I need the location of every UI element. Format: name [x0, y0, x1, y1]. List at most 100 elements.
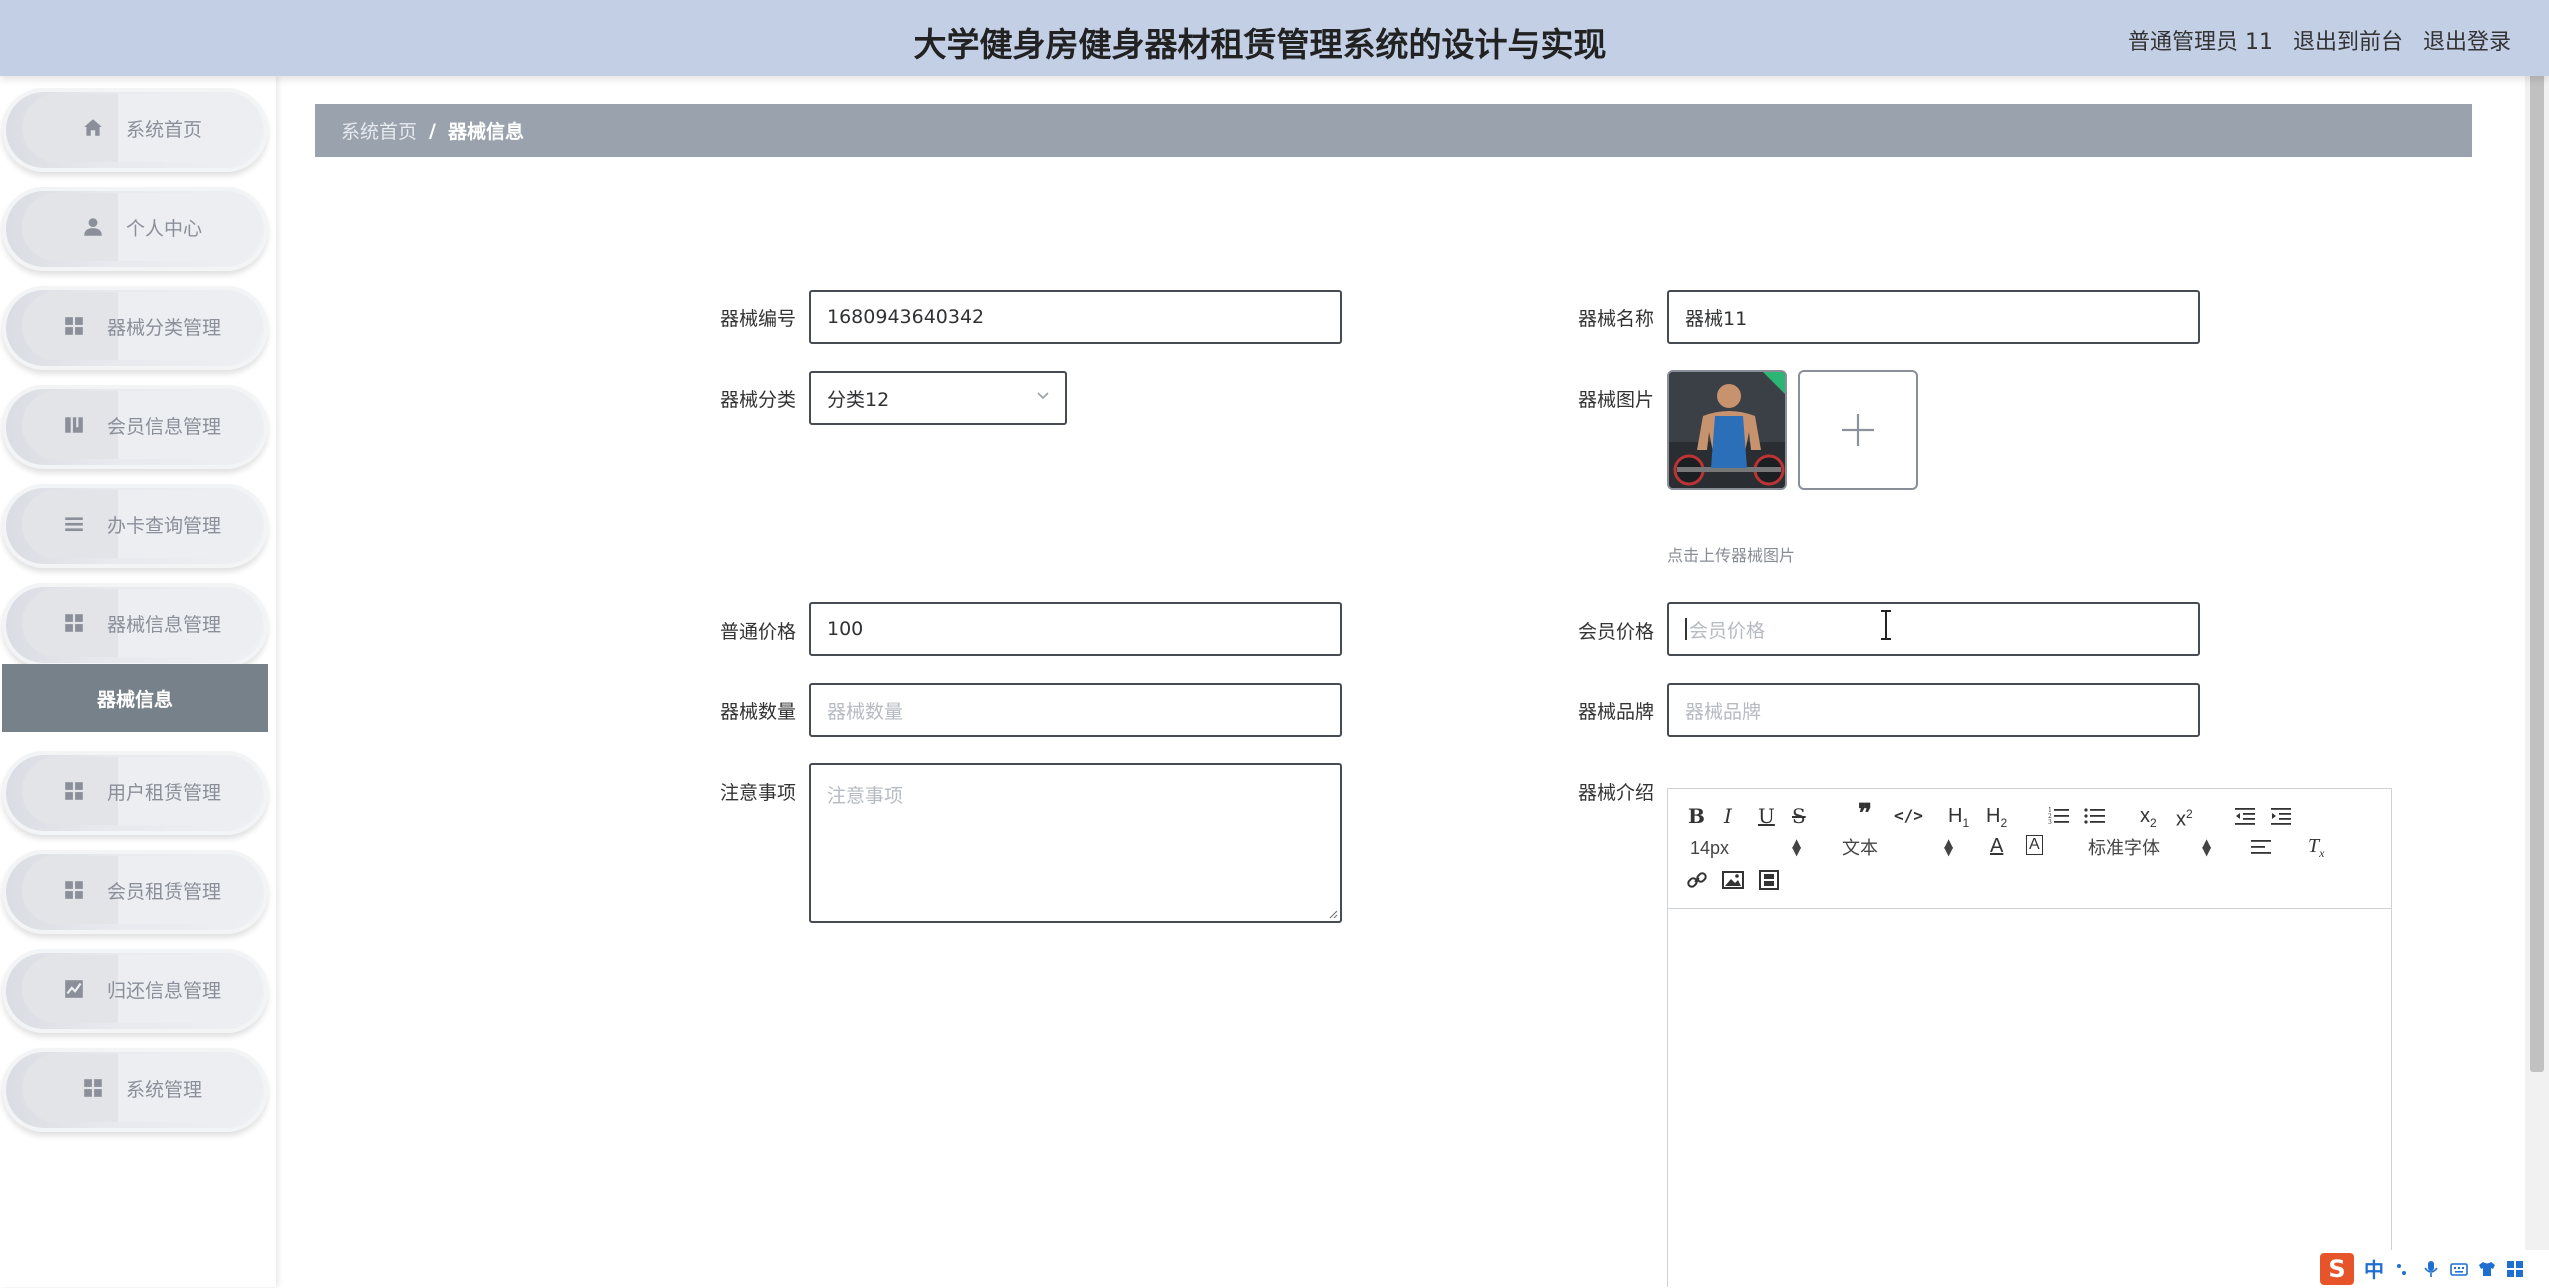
breadcrumb-separator: / — [429, 119, 436, 142]
brand-label: 器械品牌 — [1578, 701, 1655, 723]
superscript-icon[interactable]: x2 — [2176, 803, 2193, 831]
category-select[interactable]: 分类12 — [809, 371, 1067, 425]
notes-label: 注意事项 — [720, 782, 797, 804]
name-field[interactable]: 器械11 — [1667, 290, 2200, 344]
outdent-icon[interactable] — [2234, 806, 2256, 826]
subscript-icon[interactable]: x2 — [2140, 805, 2157, 834]
image-label: 器械图片 — [1578, 389, 1655, 411]
sidebar-item-label: 归还信息管理 — [106, 979, 221, 1002]
link-icon[interactable] — [1686, 869, 1708, 891]
breadcrumb-home-link[interactable]: 系统首页 — [341, 117, 417, 144]
ime-toolbar: S 中 — [2318, 1250, 2549, 1287]
sidebar-item-return-info[interactable]: 归还信息管理 — [2, 949, 268, 1033]
grid-icon — [65, 317, 83, 335]
skin-shirt-icon[interactable] — [2478, 1260, 2496, 1278]
bullet-list-icon[interactable] — [2084, 806, 2106, 826]
sidebar-item-home[interactable]: 系统首页 — [2, 88, 268, 172]
scrollbar-thumb[interactable] — [2530, 6, 2544, 1072]
athlete-photo — [1669, 372, 1785, 488]
sidebar-item-profile[interactable]: 个人中心 — [2, 187, 268, 271]
price-field[interactable]: 100 — [809, 602, 1342, 656]
editor-content-area[interactable] — [1668, 910, 2391, 1288]
font-size-caret-icon[interactable]: ▲ ▼ — [1792, 837, 1801, 857]
chart-icon — [65, 980, 83, 998]
sidebar-item-user-rental[interactable]: 用户租赁管理 — [2, 751, 268, 835]
resize-grip-icon[interactable] — [1326, 907, 1338, 919]
block-type-caret-icon[interactable]: ▲ ▼ — [1944, 837, 1953, 857]
heading1-icon[interactable]: H1 — [1948, 805, 1969, 834]
grid-icon — [84, 1079, 102, 1097]
strikethrough-icon[interactable]: S — [1792, 805, 1806, 827]
price-label: 普通价格 — [720, 621, 797, 643]
sidebar-item-label: 器械分类管理 — [106, 316, 221, 339]
microphone-icon[interactable] — [2422, 1260, 2440, 1278]
grid-icon — [65, 614, 83, 632]
equipment-image-thumbnail[interactable] — [1667, 370, 1787, 490]
grid-icon — [65, 881, 83, 899]
keyboard-icon[interactable] — [2450, 1260, 2468, 1278]
name-label: 器械名称 — [1578, 308, 1655, 330]
rich-text-editor: B I U S ❞ </> H1 H2 123 x2 x2 14px ▲ ▼ 文本… — [1667, 788, 2392, 1287]
chevron-down-icon — [1037, 392, 1049, 400]
heading2-icon[interactable]: H2 — [1986, 805, 2007, 834]
breadcrumb-current: 器械信息 — [447, 121, 524, 143]
quantity-label: 器械数量 — [720, 701, 797, 723]
header-actions: 普通管理员 11 退出到前台 退出登录 — [2128, 24, 2511, 56]
video-icon[interactable] — [1758, 870, 1780, 890]
logout-link[interactable]: 退出登录 — [2423, 24, 2511, 56]
font-family-caret-icon[interactable]: ▲ ▼ — [2202, 837, 2211, 857]
underline-icon[interactable]: U — [1758, 805, 1775, 827]
member-price-field[interactable]: 会员价格 — [1667, 602, 2200, 656]
sidebar-item-system[interactable]: 系统管理 — [2, 1048, 268, 1132]
image-upload-hint: 点击上传器械图片 — [1667, 546, 1796, 565]
indent-icon[interactable] — [2270, 806, 2292, 826]
exit-to-front-link[interactable]: 退出到前台 — [2293, 24, 2403, 56]
toolbox-grid-icon[interactable] — [2506, 1260, 2524, 1278]
svg-text:3: 3 — [2048, 819, 2052, 826]
category-label: 器械分类 — [720, 389, 797, 411]
block-type-select[interactable]: 文本 — [1842, 837, 1878, 859]
blockquote-icon[interactable]: ❞ — [1858, 801, 1872, 827]
background-color-icon[interactable]: A — [2026, 835, 2043, 855]
font-size-select[interactable]: 14px — [1690, 837, 1729, 859]
ime-mode-chinese-icon[interactable]: 中 — [2364, 1254, 2384, 1283]
sogou-logo-icon[interactable]: S — [2320, 1252, 2354, 1285]
sidebar-item-label: 系统首页 — [125, 118, 202, 141]
current-user-label: 普通管理员 11 — [2127, 30, 2273, 55]
brand-field[interactable]: 器械品牌 — [1667, 683, 2200, 737]
quantity-field[interactable]: 器械数量 — [809, 683, 1342, 737]
sidebar-item-label: 会员租赁管理 — [106, 880, 221, 903]
list-icon — [65, 517, 83, 532]
vertical-scrollbar[interactable] — [2525, 0, 2549, 1287]
notes-textarea[interactable]: 注意事项 — [809, 763, 1342, 923]
sidebar-item-label: 器械信息管理 — [106, 613, 221, 636]
sidebar-item-label: 会员信息管理 — [106, 415, 221, 438]
sidebar-item-card-query[interactable]: 办卡查询管理 — [2, 484, 268, 568]
text-caret — [1685, 618, 1687, 640]
sidebar-item-equipment-info[interactable]: 器械信息管理 — [2, 583, 268, 667]
top-header: 大学健身房健身器材租赁管理系统的设计与实现 普通管理员 11 退出到前台 退出登… — [0, 0, 2549, 76]
code-field[interactable]: 1680943640342 — [809, 290, 1342, 344]
editor-toolbar: B I U S ❞ </> H1 H2 123 x2 x2 14px ▲ ▼ 文本… — [1668, 789, 2391, 909]
user-icon — [84, 218, 102, 236]
book-icon — [65, 417, 83, 433]
punctuation-icon[interactable] — [2394, 1260, 2412, 1278]
image-upload-button[interactable] — [1798, 370, 1918, 490]
sidebar-item-equipment-category[interactable]: 器械分类管理 — [2, 286, 268, 370]
clear-format-icon[interactable]: Tx — [2308, 835, 2324, 864]
italic-icon[interactable]: I — [1724, 805, 1732, 827]
align-icon[interactable] — [2250, 838, 2272, 856]
grid-icon — [65, 782, 83, 800]
submenu-item-equipment-info[interactable]: 器械信息 — [2, 664, 268, 732]
code-block-icon[interactable]: </> — [1894, 805, 1923, 827]
ordered-list-icon[interactable]: 123 — [2048, 806, 2070, 826]
font-color-icon[interactable]: A — [1990, 835, 2003, 857]
sidebar-item-member-info[interactable]: 会员信息管理 — [2, 385, 268, 469]
sidebar-item-label: 用户租赁管理 — [106, 781, 221, 804]
bold-icon[interactable]: B — [1688, 805, 1705, 827]
sidebar-item-member-rental[interactable]: 会员租赁管理 — [2, 850, 268, 934]
image-icon[interactable] — [1722, 870, 1744, 890]
font-family-select[interactable]: 标准字体 — [2088, 837, 2160, 859]
notes-placeholder: 注意事项 — [827, 785, 904, 807]
code-label: 器械编号 — [720, 308, 797, 330]
